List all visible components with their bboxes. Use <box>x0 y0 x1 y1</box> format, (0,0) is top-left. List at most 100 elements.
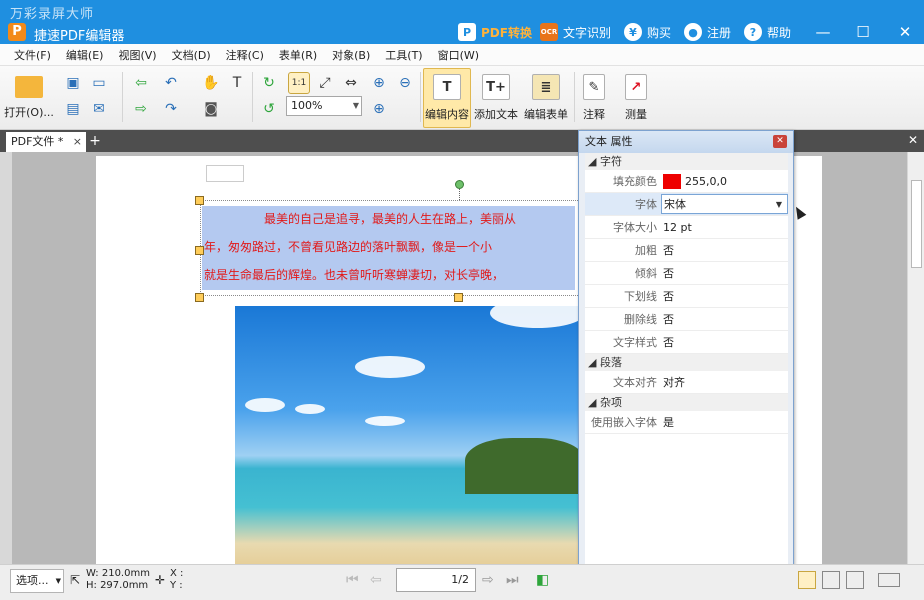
zoom-out-icon[interactable]: ⊖ <box>394 72 416 94</box>
zoom-in-icon[interactable]: ⊕ <box>368 72 390 94</box>
category-paragraph[interactable]: ◢ 段落 <box>585 354 788 371</box>
last-page-icon[interactable]: ⏭ <box>506 572 519 588</box>
cloud-shape <box>365 416 405 426</box>
pdf-convert-button[interactable]: P PDF转换 <box>458 22 532 42</box>
annotate-button[interactable]: ✎ 注释 <box>576 68 612 128</box>
buy-label: 购买 <box>647 25 672 40</box>
print-preview-icon[interactable]: ▤ <box>62 98 84 120</box>
actual-size-icon[interactable]: 1:1 <box>288 72 310 94</box>
register-button[interactable]: ● 注册 <box>684 22 731 42</box>
save-icon[interactable]: ▣ <box>62 72 84 94</box>
menu-object[interactable]: 对象(B) <box>332 47 370 63</box>
zoom-select[interactable]: 100% ▼ <box>286 96 362 116</box>
rotate-ccw-icon[interactable]: ↺ <box>258 98 280 120</box>
menu-edit[interactable]: 编辑(E) <box>66 47 104 63</box>
panel-title-bar[interactable]: 文本 属性 ✕ <box>579 131 793 153</box>
help-button[interactable]: ? 帮助 <box>744 22 791 42</box>
fit-width-icon[interactable]: ⇔ <box>340 72 362 94</box>
measure-button[interactable]: ↗ 测量 <box>618 68 654 128</box>
open-button[interactable]: 打开(O)... <box>4 68 54 128</box>
prop-font[interactable]: 字体 宋体 ▼ <box>585 193 788 216</box>
tab-pdf-file[interactable]: PDF文件 * × <box>6 132 86 152</box>
property-grid: ◢ 字符 填充颜色 255,0,0 字体 宋体 ▼ 字体大小 12 pt 加粗 否… <box>585 153 788 591</box>
ocr-icon: OCR <box>540 23 558 41</box>
prop-text-style[interactable]: 文字样式 否 <box>585 331 788 354</box>
select-mode-dropdown[interactable]: 选项... ▼ <box>10 569 64 593</box>
buy-button[interactable]: ¥ 购买 <box>624 22 671 42</box>
selected-text[interactable]: 最美的自己是追寻，最美的人生在路上，美丽从 年，匆匆路过，不曾看见路边的落叶飘飘… <box>202 206 575 290</box>
prop-name: 下划线 <box>624 290 657 303</box>
rotate-cw-icon[interactable]: ↻ <box>258 72 280 94</box>
scrollbar-thumb[interactable] <box>911 180 922 268</box>
prop-italic[interactable]: 倾斜 否 <box>585 262 788 285</box>
prop-bold[interactable]: 加粗 否 <box>585 239 788 262</box>
prop-fill-color[interactable]: 填充颜色 255,0,0 <box>585 170 788 193</box>
left-sidebar-collapsed[interactable] <box>0 152 12 564</box>
rotate-handle[interactable] <box>455 180 464 189</box>
close-document-icon[interactable]: ✕ <box>908 133 918 147</box>
first-page-icon[interactable]: ⏮ <box>346 572 359 588</box>
close-button[interactable]: ✕ <box>894 22 916 42</box>
maximize-button[interactable]: ☐ <box>852 22 874 42</box>
empty-text-box[interactable] <box>206 165 244 182</box>
menu-comment[interactable]: 注释(C) <box>226 47 264 63</box>
panel-close-icon[interactable]: ✕ <box>773 135 787 148</box>
prop-font-size[interactable]: 字体大小 12 pt <box>585 216 788 239</box>
tab-close-icon[interactable]: × <box>73 132 82 152</box>
pdf-convert-icon: P <box>458 23 476 41</box>
font-select[interactable]: 宋体 ▼ <box>661 194 788 214</box>
menu-view[interactable]: 视图(V) <box>118 47 156 63</box>
category-font[interactable]: ◢ 字符 <box>585 153 788 170</box>
next-page-icon[interactable]: ⇨ <box>482 572 494 588</box>
import-icon[interactable]: ⇦ <box>130 72 152 94</box>
prop-name: 文字样式 <box>613 336 657 349</box>
snapshot-icon[interactable]: ◙ <box>200 98 222 120</box>
page-number-input[interactable]: 1/2 <box>396 568 476 592</box>
back-icon[interactable]: ◧ <box>536 572 549 588</box>
category-misc[interactable]: ◢ 杂项 <box>585 394 788 411</box>
zoom-plus-icon[interactable]: ⊕ <box>368 98 390 120</box>
resize-handle-ml[interactable] <box>195 246 204 255</box>
new-tab-button[interactable]: + <box>88 133 102 149</box>
menu-window[interactable]: 窗口(W) <box>438 47 479 63</box>
prop-strikethrough[interactable]: 删除线 否 <box>585 308 788 331</box>
resize-handle-bm[interactable] <box>454 293 463 302</box>
resize-handle-tl[interactable] <box>195 196 204 205</box>
fullscreen-icon[interactable] <box>878 573 900 587</box>
single-page-view-icon[interactable] <box>798 571 816 589</box>
coord-y: Y : <box>170 580 183 591</box>
prev-page-icon[interactable]: ⇦ <box>370 572 382 588</box>
hand-tool-icon[interactable]: ✋ <box>200 72 222 94</box>
prop-embed-font[interactable]: 使用嵌入字体 是 <box>585 411 788 434</box>
vertical-scrollbar[interactable] <box>907 152 924 564</box>
undo-icon[interactable]: ↶ <box>160 72 182 94</box>
prop-text-align[interactable]: 文本对齐 对齐 <box>585 371 788 394</box>
text-select-icon[interactable]: T <box>226 72 248 94</box>
chevron-down-icon[interactable]: ▼ <box>776 193 782 216</box>
redo-icon[interactable]: ↷ <box>160 98 182 120</box>
menu-file[interactable]: 文件(F) <box>14 47 51 63</box>
cloud-shape <box>355 356 425 378</box>
grid-view-icon[interactable] <box>846 571 864 589</box>
edit-form-button[interactable]: ≣ 编辑表单 <box>522 68 570 128</box>
prop-value: 否 <box>663 312 674 326</box>
menu-document[interactable]: 文档(D) <box>172 47 211 63</box>
prop-name: 字体大小 <box>613 221 657 234</box>
add-text-button[interactable]: T+ 添加文本 <box>472 68 520 128</box>
edit-content-button[interactable]: T 编辑内容 <box>423 68 471 128</box>
menu-tools[interactable]: 工具(T) <box>385 47 422 63</box>
export-icon[interactable]: ⇨ <box>130 98 152 120</box>
category-label: 段落 <box>599 356 622 369</box>
prop-underline[interactable]: 下划线 否 <box>585 285 788 308</box>
email-icon[interactable]: ✉ <box>88 98 110 120</box>
resize-handle-bl[interactable] <box>195 293 204 302</box>
ocr-button[interactable]: OCR 文字识别 <box>540 22 611 42</box>
beach-photo[interactable] <box>235 306 585 564</box>
minimize-button[interactable]: — <box>812 22 834 42</box>
fit-page-icon[interactable]: ⤢ <box>314 72 336 94</box>
menu-form[interactable]: 表单(R) <box>279 47 317 63</box>
cloud-shape <box>490 306 585 328</box>
recorder-watermark: 万彩录屏大师 <box>10 7 95 22</box>
print-icon[interactable]: ▭ <box>88 72 110 94</box>
two-page-view-icon[interactable] <box>822 571 840 589</box>
